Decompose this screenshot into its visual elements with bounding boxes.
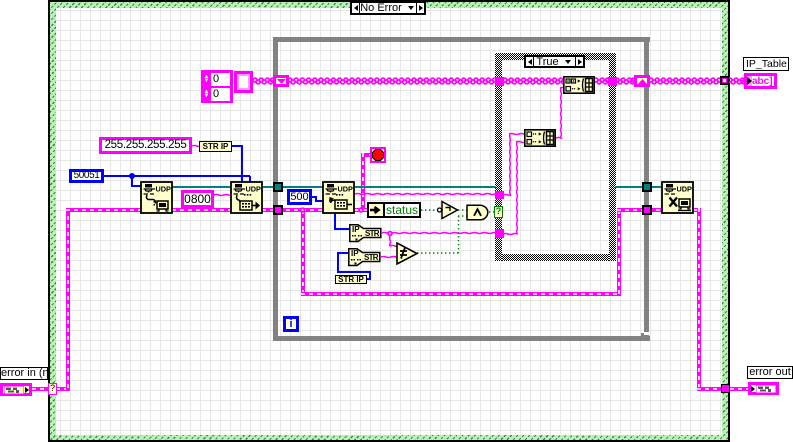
svg-text:IP: IP [351,249,359,258]
svg-text:UDP: UDP [246,185,262,194]
svg-text:STR: STR [365,229,380,238]
svg-text:IP: IP [352,225,360,234]
svg-text:STR: STR [364,253,379,262]
svg-text:UDP: UDP [338,185,354,194]
svg-text:UDP: UDP [156,185,172,194]
svg-text:UDP: UDP [677,185,693,194]
